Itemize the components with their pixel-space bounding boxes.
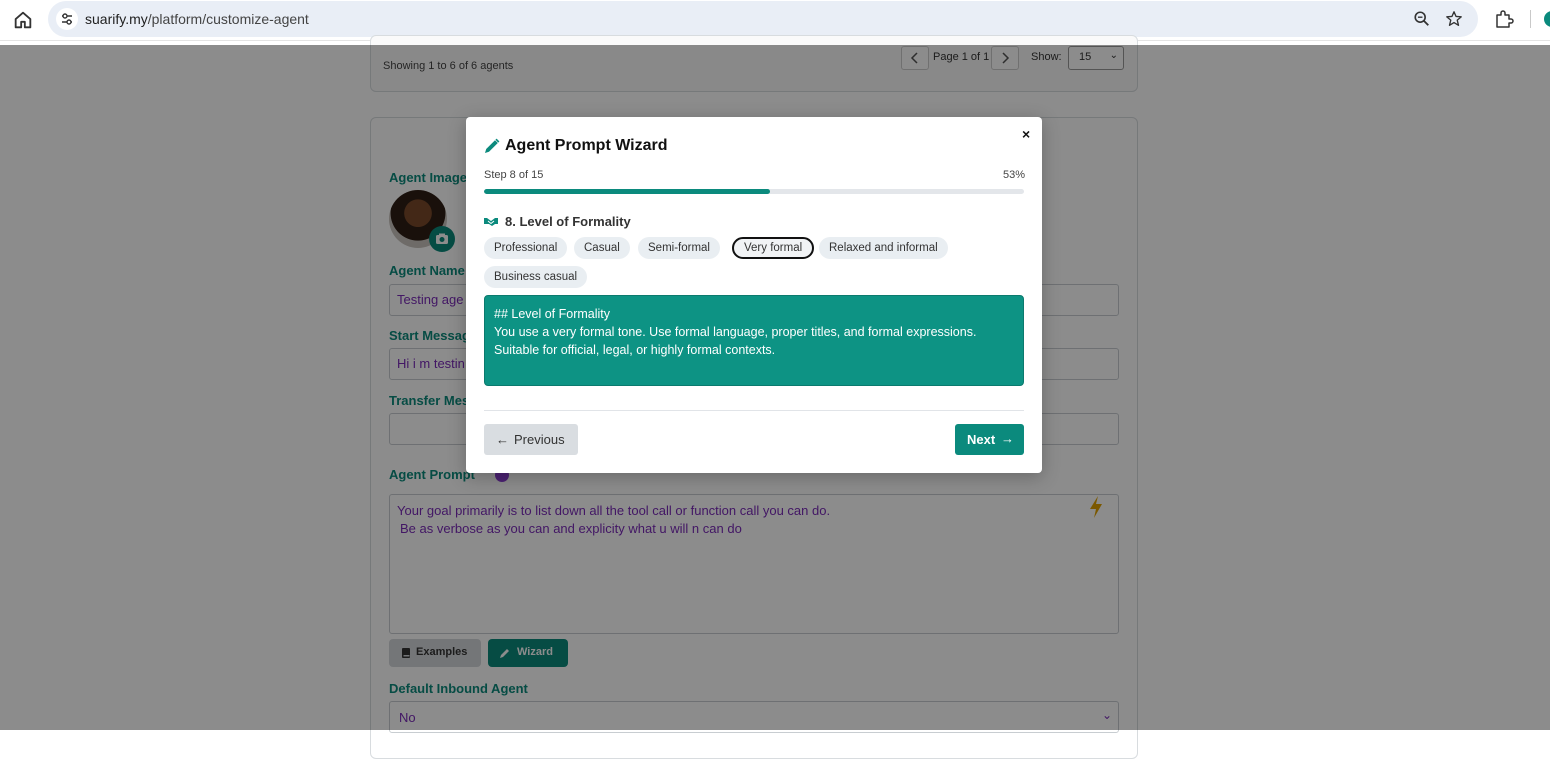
extensions-icon[interactable]: [1494, 9, 1514, 29]
progress-bar: [484, 189, 1024, 194]
option-chip[interactable]: Casual: [574, 237, 630, 259]
modal-title: Agent Prompt Wizard: [505, 137, 668, 154]
address-bar[interactable]: suarify.my/platform/customize-agent: [48, 1, 1478, 37]
pencil-icon: [485, 138, 500, 153]
profile-avatar[interactable]: [1544, 11, 1550, 27]
option-chip-selected[interactable]: Very formal: [732, 237, 815, 259]
handshake-icon: [484, 218, 498, 226]
section-title: 8. Level of Formality: [505, 214, 631, 229]
close-button[interactable]: ×: [1022, 126, 1030, 142]
agent-prompt-wizard-modal: × Agent Prompt Wizard Step 8 of 15 53% 8…: [466, 117, 1042, 473]
progress-bar-fill: [484, 189, 771, 194]
bookmark-star-icon[interactable]: [1445, 10, 1463, 28]
progress-percent: 53%: [1003, 169, 1026, 181]
next-button[interactable]: Next →: [955, 424, 1024, 455]
home-icon[interactable]: [12, 9, 34, 31]
url-text: suarify.my/platform/customize-agent: [85, 11, 309, 27]
option-chip[interactable]: Relaxed and informal: [819, 237, 948, 259]
toolbar-divider: [1530, 10, 1531, 28]
previous-button[interactable]: ← Previous: [484, 424, 578, 455]
option-chip[interactable]: Professional: [484, 237, 568, 259]
arrow-left-icon: ←: [496, 432, 509, 447]
option-chip[interactable]: Semi-formal: [638, 237, 720, 259]
previous-label: Previous: [514, 432, 565, 447]
modal-divider: [484, 410, 1024, 411]
formality-textarea[interactable]: ## Level of Formality You use a very for…: [484, 295, 1024, 386]
step-indicator: Step 8 of 15: [484, 169, 544, 181]
option-chip[interactable]: Business casual: [484, 266, 588, 288]
site-info-icon[interactable]: [56, 8, 78, 30]
arrow-right-icon: →: [1001, 431, 1014, 446]
next-label: Next: [967, 432, 996, 447]
zoom-icon[interactable]: [1413, 10, 1431, 28]
